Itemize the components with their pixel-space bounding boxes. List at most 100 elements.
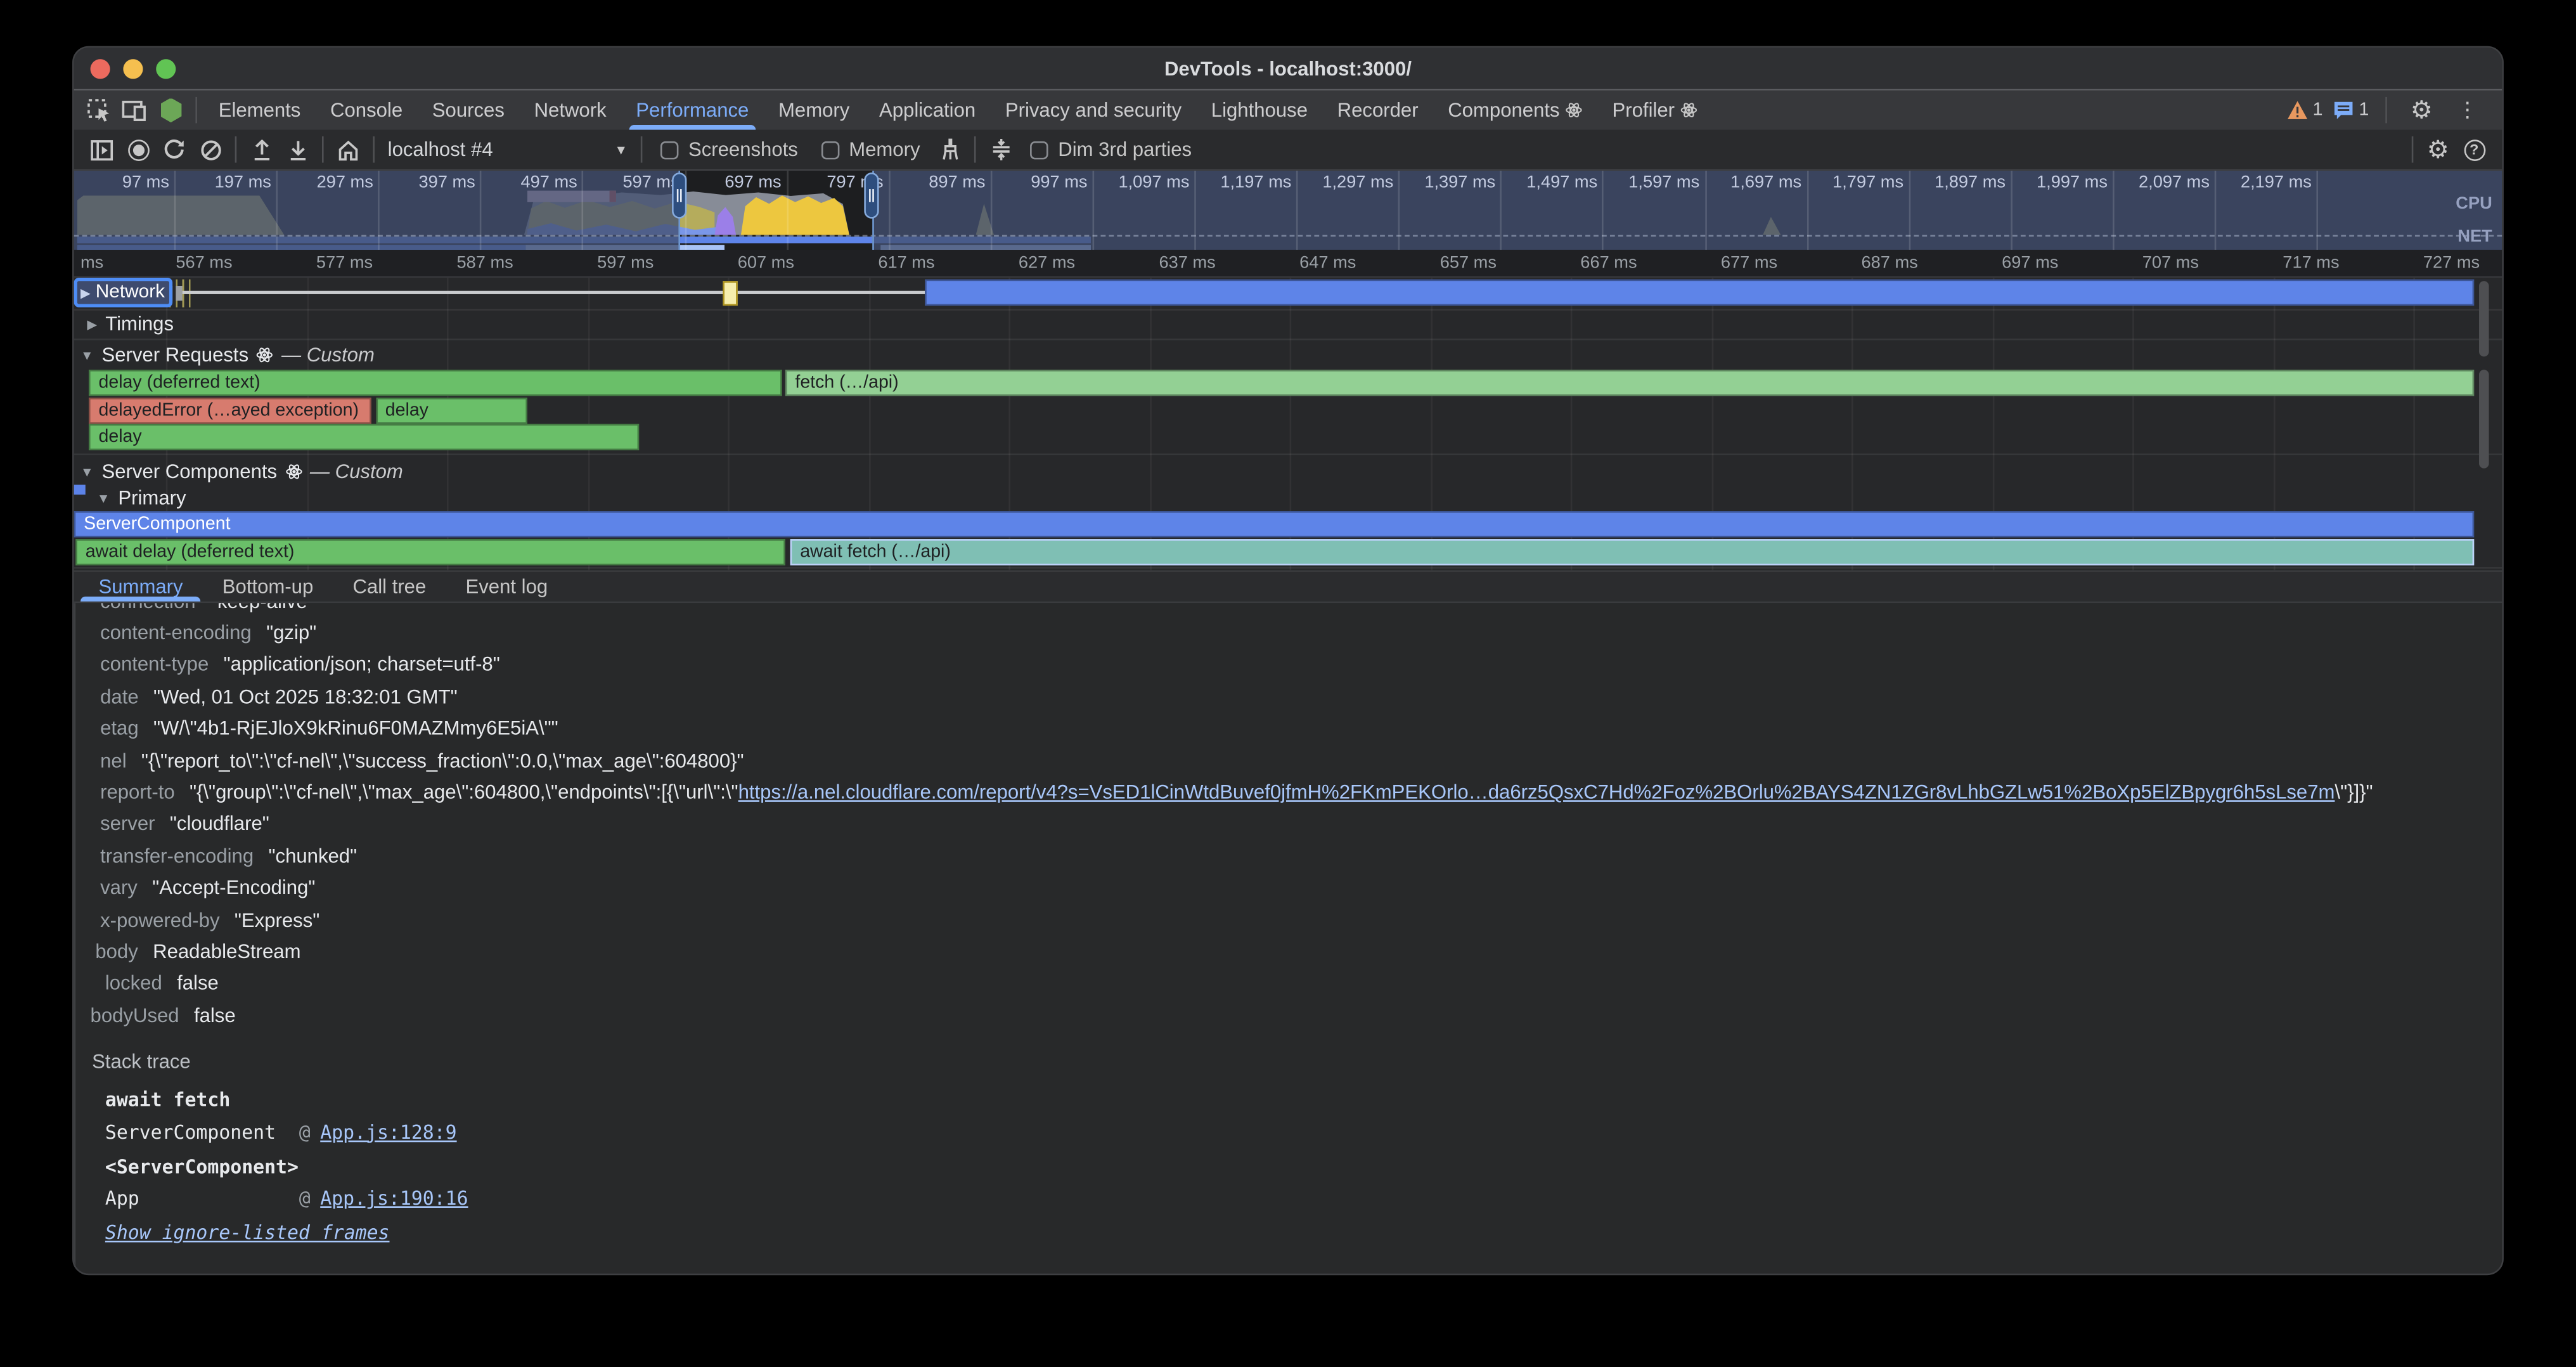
tab-call-tree[interactable]: Call tree [333,572,446,602]
chevron-down-icon[interactable]: ▼ [80,347,94,362]
header-row: vary"Accept-Encoding" [75,872,2502,904]
download-profile-icon[interactable] [280,131,316,167]
ruler-unit: ms [80,253,103,273]
track-server-requests[interactable]: ▼ Server Requests — Custom [80,344,375,366]
header-row: transfer-encoding"chunked" [75,840,2502,872]
kebab-menu-icon[interactable]: ⋮ [2449,91,2485,130]
tab-elements[interactable]: Elements [203,91,315,130]
cpu-net-divider [74,235,2502,237]
tab-memory[interactable]: Memory [764,91,865,130]
help-icon[interactable]: ? [2456,131,2492,167]
tab-console[interactable]: Console [316,91,418,130]
checkbox-box[interactable] [821,141,839,159]
header-row: x-powered-by"Express" [75,904,2502,935]
event-bar[interactable]: delay [375,397,526,423]
capture-settings-gear-icon[interactable]: ⚙ [2420,131,2456,167]
react-atom-icon [1681,102,1697,119]
summary-pane: connection"keep-alive" content-encoding"… [74,603,2502,1273]
tab-lighthouse[interactable]: Lighthouse [1196,91,1322,130]
detail-ruler[interactable]: ms 567 ms577 ms587 ms597 ms607 ms617 ms6… [74,250,2502,278]
checkbox-box[interactable] [1030,141,1048,159]
upload-profile-icon[interactable] [243,131,280,167]
collapse-icon[interactable] [982,131,1019,167]
home-icon[interactable] [330,131,366,167]
stack-frame: App@App.js:190:16 [75,1182,2502,1214]
chevron-down-icon[interactable]: ▼ [80,464,94,479]
tab-bottom-up[interactable]: Bottom-up [203,572,333,602]
clear-icon[interactable] [192,131,228,167]
network-request-bar[interactable] [925,280,2474,306]
details-tabbar: Summary Bottom-up Call tree Event log [74,570,2502,603]
memory-checkbox[interactable]: Memory [821,138,920,161]
track-primary[interactable]: ▼Primary [97,486,186,509]
event-bar[interactable]: fetch (…/api) [785,370,2474,396]
overview-tick: 997 ms [1092,171,1094,250]
tab-event-log[interactable]: Event log [446,572,567,602]
selection-handle-left[interactable] [672,172,686,219]
overview-tick: 197 ms [276,171,278,250]
net-lane-label: NET [2457,227,2492,247]
overview-tick: 97 ms [174,171,176,250]
event-bar[interactable]: await delay (deferred text) [75,538,785,564]
event-bar-error[interactable]: delayedError (…ayed exception) [89,397,371,423]
report-to-link[interactable]: https://a.nel.cloudflare.com/report/v4?s… [738,781,2335,803]
checkbox-box[interactable] [660,141,679,159]
divider [195,97,197,123]
selected-network-request[interactable] [723,280,737,306]
settings-gear-icon[interactable]: ⚙ [2404,91,2440,130]
issues-badge[interactable]: 1 [2333,100,2369,120]
track-network[interactable]: ▶ Network [74,278,173,308]
tab-privacy-security[interactable]: Privacy and security [991,91,1197,130]
timeline-overview[interactable]: 97 ms197 ms297 ms397 ms497 ms597 ms697 m… [74,171,2502,250]
zoom-window-button[interactable] [156,58,176,78]
overview-tick: 497 ms [583,171,584,250]
warnings-badge[interactable]: 1 [2286,100,2322,120]
nodejs-icon[interactable] [153,91,189,130]
overview-tick: 797 ms [888,171,890,250]
source-location-link[interactable]: App.js:190:16 [320,1187,468,1210]
record-and-reload-icon[interactable] [156,131,192,167]
track-server-components[interactable]: ▼ Server Components — Custom [80,460,403,483]
track-timings[interactable]: ▶Timings [87,312,174,335]
chevron-right-icon[interactable]: ▶ [80,285,91,300]
device-toolbar-icon[interactable] [117,91,153,130]
history-select[interactable]: localhost #4 ▼ [381,133,634,166]
tab-components[interactable]: Components [1433,91,1597,130]
inspect-element-icon[interactable] [80,91,117,130]
header-row: date"Wed, 01 Oct 2025 18:32:01 GMT" [75,680,2502,712]
selection-handle-right[interactable] [864,172,879,219]
tab-summary[interactable]: Summary [79,572,202,602]
event-bar[interactable]: delay (deferred text) [89,370,782,396]
tab-performance[interactable]: Performance [621,91,764,130]
overview-tick: 1,297 ms [1398,171,1400,250]
tab-sources[interactable]: Sources [417,91,519,130]
tab-application[interactable]: Application [865,91,991,130]
event-bar[interactable]: ServerComponent [74,511,2475,537]
tracks-scrollbar[interactable] [2479,370,2489,469]
chevron-right-icon[interactable]: ▶ [87,316,97,331]
show-ignore-listed-frames-link[interactable]: Show ignore-listed frames [75,1216,2502,1248]
property-row: lockedfalse [75,968,2502,999]
performance-toolbar: localhost #4 ▼ Screenshots Memory Dim 3r… [74,130,2502,171]
dim-3rd-parties-checkbox[interactable]: Dim 3rd parties [1030,138,1192,161]
screen: DevTools - localhost:3000/ Elements Cons… [0,0,2576,1367]
minimize-window-button[interactable] [123,58,143,78]
network-request-line [183,291,925,294]
screenshots-checkbox[interactable]: Screenshots [660,138,798,161]
tracks-scrollbar[interactable] [2479,281,2489,356]
chevron-down-icon[interactable]: ▼ [97,491,110,505]
primary-track-chip [74,485,86,495]
tracks-area[interactable]: ▶Timings ▼ Server Requests — Custom dela… [74,278,2502,570]
garbage-collect-icon[interactable] [932,131,968,167]
record-icon[interactable] [120,131,156,167]
tab-network[interactable]: Network [519,91,621,130]
tab-profiler[interactable]: Profiler [1597,91,1712,130]
source-location-link[interactable]: App.js:128:9 [320,1120,456,1143]
close-window-button[interactable] [91,58,110,78]
tab-recorder[interactable]: Recorder [1322,91,1433,130]
event-bar[interactable]: delay [89,424,639,450]
overview-tick: 297 ms [378,171,380,250]
toggle-sidebar-icon[interactable] [84,131,120,167]
event-bar-selected[interactable]: await fetch (…/api) [790,538,2475,564]
overview-tick: 1,997 ms [2113,171,2115,250]
